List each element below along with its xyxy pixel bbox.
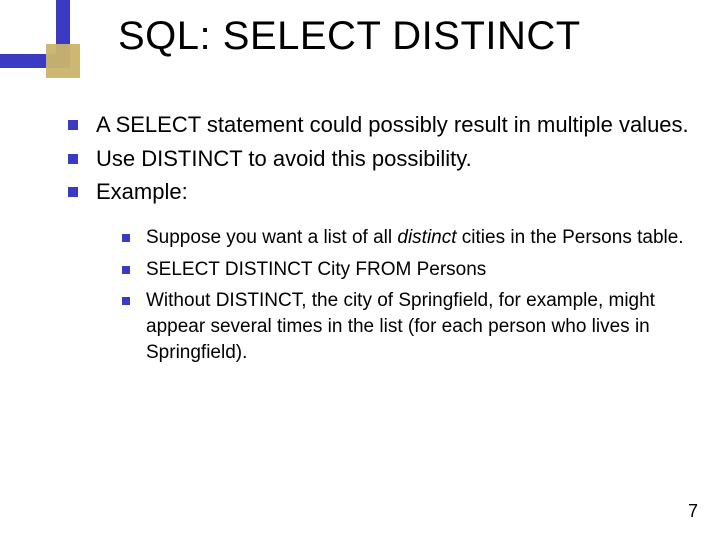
- bullet-text: Use DISTINCT to avoid this possibility.: [96, 144, 472, 174]
- bullet-text: Example:: [96, 177, 188, 207]
- bullet-square-icon: [122, 297, 130, 305]
- main-content: A SELECT statement could possibly result…: [68, 110, 700, 371]
- sub-bullet-item: SELECT DISTINCT City FROM Persons: [122, 257, 698, 283]
- sub-content: Suppose you want a list of all distinct …: [122, 225, 698, 365]
- decor-square: [46, 44, 80, 78]
- sub-bullet-item: Without DISTINCT, the city of Springfiel…: [122, 288, 698, 365]
- bullet-square-icon: [122, 266, 130, 274]
- bullet-text: A SELECT statement could possibly result…: [96, 110, 689, 140]
- bullet-item: Use DISTINCT to avoid this possibility.: [68, 144, 700, 174]
- text-part: Suppose you want a list of all: [146, 227, 397, 248]
- sub-bullet-text: Suppose you want a list of all distinct …: [146, 225, 684, 251]
- slide-title: SQL: SELECT DISTINCT: [118, 14, 581, 59]
- bullet-square-icon: [68, 154, 78, 164]
- bullet-item: A SELECT statement could possibly result…: [68, 110, 700, 140]
- text-part: Without DISTINCT, the city of Springfiel…: [146, 290, 655, 362]
- text-part: SELECT DISTINCT City FROM Persons: [146, 259, 486, 280]
- text-part: cities in the Persons table.: [457, 227, 684, 248]
- sub-bullet-text: SELECT DISTINCT City FROM Persons: [146, 257, 486, 283]
- sub-bullet-item: Suppose you want a list of all distinct …: [122, 225, 698, 251]
- page-number: 7: [688, 501, 698, 522]
- bullet-square-icon: [68, 120, 78, 130]
- sub-bullet-text: Without DISTINCT, the city of Springfiel…: [146, 288, 698, 365]
- bullet-item: Example:: [68, 177, 700, 207]
- italic-text: distinct: [397, 227, 456, 248]
- bullet-square-icon: [68, 187, 78, 197]
- bullet-square-icon: [122, 234, 130, 242]
